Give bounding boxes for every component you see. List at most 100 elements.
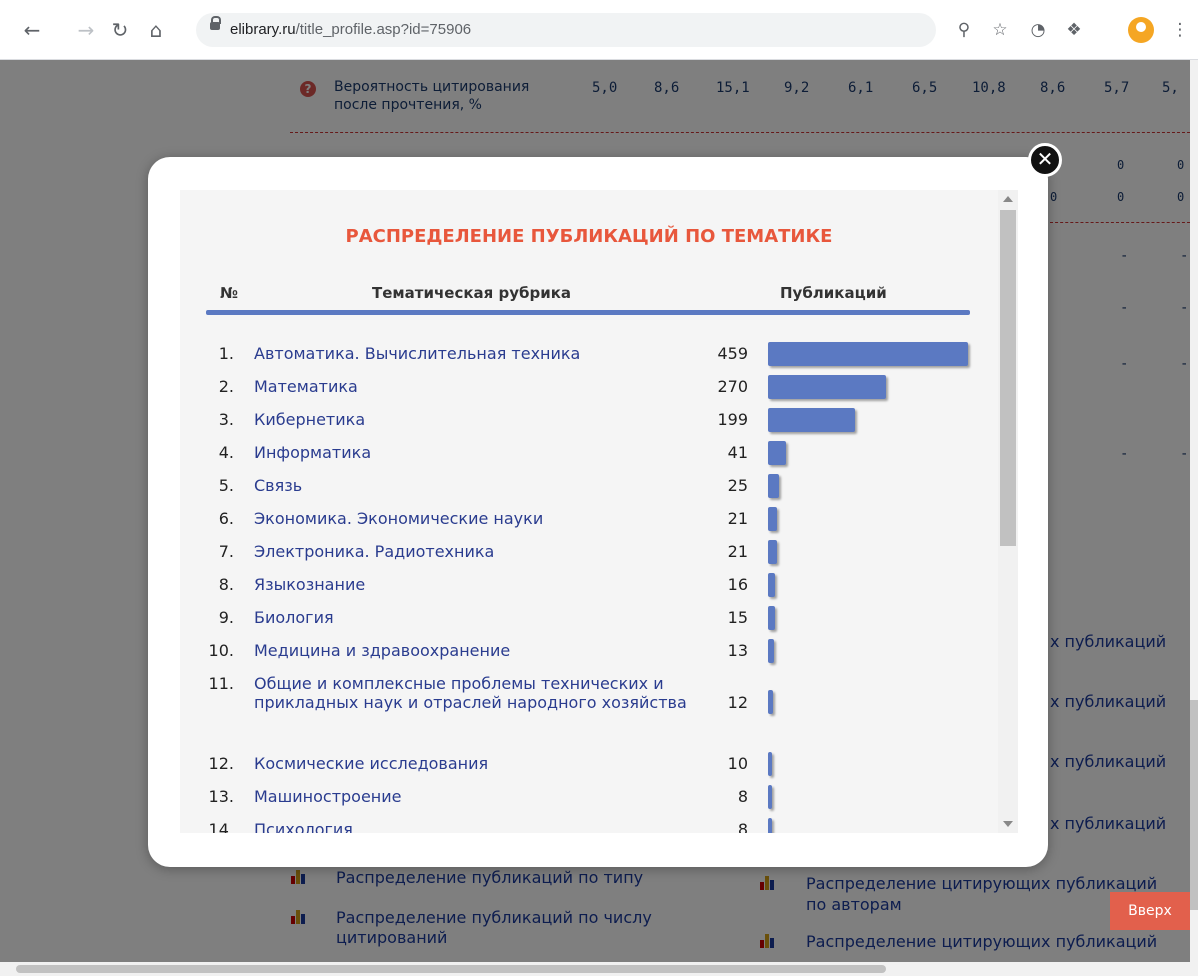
table-row: 6. Экономика. Экономические науки 21 xyxy=(180,505,998,538)
topic-link[interactable]: Космические исследования xyxy=(254,754,714,773)
url-text: elibrary.ru/title_profile.asp?id=75906 xyxy=(230,21,472,38)
topic-link[interactable]: Связь xyxy=(254,476,714,495)
profile-avatar-icon[interactable] xyxy=(1128,17,1154,43)
lock-icon xyxy=(210,16,221,30)
scroll-thumb[interactable] xyxy=(1190,700,1198,910)
publication-count: 13 xyxy=(727,641,748,660)
publication-count: 25 xyxy=(727,476,748,495)
topic-link[interactable]: Информатика xyxy=(254,443,714,462)
table-row: 9. Биология 15 xyxy=(180,604,998,637)
row-number: 10. xyxy=(208,641,234,660)
topic-link[interactable]: Психология xyxy=(254,820,714,833)
table-row: 2. Математика 270 xyxy=(180,373,998,406)
publication-count: 12 xyxy=(727,693,748,712)
count-bar xyxy=(768,474,779,498)
topic-link[interactable]: Электроника. Радиотехника xyxy=(254,542,714,561)
table-row: 12. Космические исследования 10 xyxy=(180,750,998,783)
count-bar xyxy=(768,606,775,630)
count-bar xyxy=(768,818,772,833)
topic-link[interactable]: Общие и комплексные проблемы технических… xyxy=(254,674,694,712)
address-bar[interactable]: elibrary.ru/title_profile.asp?id=75906 xyxy=(196,13,936,47)
table-row: 10. Медицина и здравоохранение 13 xyxy=(180,637,998,670)
browser-toolbar: ← → ↻ ⌂ elibrary.ru/title_profile.asp?id… xyxy=(0,0,1198,60)
table-row: 3. Кибернетика 199 xyxy=(180,406,998,439)
publication-count: 16 xyxy=(727,575,748,594)
publication-count: 41 xyxy=(727,443,748,462)
back-arrow-icon[interactable]: ← xyxy=(20,18,44,42)
publication-count: 270 xyxy=(717,377,748,396)
page-vertical-scrollbar[interactable] xyxy=(1190,60,1198,962)
row-number: 3. xyxy=(218,410,234,429)
extensions-puzzle-icon[interactable]: ❖ xyxy=(1062,18,1086,42)
count-bar xyxy=(768,690,773,714)
extension-circle-icon[interactable]: ◔ xyxy=(1026,18,1050,42)
count-bar xyxy=(768,752,772,776)
count-bar xyxy=(768,785,772,809)
row-number: 7. xyxy=(218,542,234,561)
page-horizontal-scrollbar[interactable] xyxy=(0,962,1198,976)
bookmark-star-icon[interactable]: ☆ xyxy=(988,18,1012,42)
count-bar xyxy=(768,507,777,531)
row-number: 13. xyxy=(208,787,234,806)
home-icon[interactable]: ⌂ xyxy=(144,18,168,42)
topic-link[interactable]: Биология xyxy=(254,608,714,627)
count-bar xyxy=(768,540,777,564)
topic-link[interactable]: Кибернетика xyxy=(254,410,714,429)
reload-icon[interactable]: ↻ xyxy=(108,18,132,42)
table-row: 8. Языкознание 16 xyxy=(180,571,998,604)
table-row: 13. Машиностроение 8 xyxy=(180,783,998,816)
count-bar xyxy=(768,342,968,366)
column-header-number: № xyxy=(220,284,239,302)
table-row: 4. Информатика 41 xyxy=(180,439,998,472)
column-header-topic: Тематическая рубрика xyxy=(372,284,572,302)
count-bar xyxy=(768,375,886,399)
publication-count: 199 xyxy=(717,410,748,429)
count-bar xyxy=(768,441,786,465)
publication-count: 8 xyxy=(737,820,748,833)
zoom-icon[interactable]: ⚲ xyxy=(952,18,976,42)
table-row: 5. Связь 25 xyxy=(180,472,998,505)
header-divider xyxy=(206,310,970,315)
table-row: 11. Общие и комплексные проблемы техничес… xyxy=(180,670,998,750)
modal-title: РАСПРЕДЕЛЕНИЕ ПУБЛИКАЦИЙ ПО ТЕМАТИКЕ xyxy=(345,226,833,247)
publication-count: 21 xyxy=(727,542,748,561)
topic-link[interactable]: Автоматика. Вычислительная техника xyxy=(254,344,714,363)
row-number: 12. xyxy=(208,754,234,773)
count-bar xyxy=(768,573,775,597)
row-number: 5. xyxy=(218,476,234,495)
count-bar xyxy=(768,639,774,663)
scroll-up-button[interactable]: Вверх xyxy=(1110,892,1190,930)
count-bar xyxy=(768,408,855,432)
modal-content-frame: РАСПРЕДЕЛЕНИЕ ПУБЛИКАЦИЙ ПО ТЕМАТИКЕ № Т… xyxy=(180,190,1018,833)
publication-count: 21 xyxy=(727,509,748,528)
row-number: 6. xyxy=(218,509,234,528)
topic-link[interactable]: Машиностроение xyxy=(254,787,714,806)
row-number: 4. xyxy=(218,443,234,462)
row-number: 11. xyxy=(208,674,234,693)
row-number: 8. xyxy=(218,575,234,594)
scroll-down-arrow-icon[interactable] xyxy=(1003,821,1013,827)
column-header-count: Публикаций xyxy=(780,284,887,302)
row-number: 14. xyxy=(208,820,234,833)
publication-count: 459 xyxy=(717,344,748,363)
table-row: 7. Электроника. Радиотехника 21 xyxy=(180,538,998,571)
modal-scrollbar[interactable] xyxy=(998,190,1018,833)
publication-count: 15 xyxy=(727,608,748,627)
menu-dots-icon[interactable]: ⋮ xyxy=(1168,18,1192,42)
topic-link[interactable]: Медицина и здравоохранение xyxy=(254,641,714,660)
scroll-up-arrow-icon[interactable] xyxy=(1003,196,1013,202)
row-number: 9. xyxy=(218,608,234,627)
row-number: 2. xyxy=(218,377,234,396)
close-icon[interactable]: ✕ xyxy=(1028,143,1062,177)
table-row: 14. Психология 8 xyxy=(180,816,998,833)
publication-count: 8 xyxy=(737,787,748,806)
row-number: 1. xyxy=(218,344,234,363)
table-row: 1. Автоматика. Вычислительная техника 459 xyxy=(180,340,998,373)
modal-scroll-thumb[interactable] xyxy=(1000,210,1016,546)
scroll-thumb[interactable] xyxy=(16,965,886,973)
topic-link[interactable]: Экономика. Экономические науки xyxy=(254,509,714,528)
publication-count: 10 xyxy=(727,754,748,773)
topic-link[interactable]: Математика xyxy=(254,377,714,396)
forward-arrow-icon[interactable]: → xyxy=(74,18,98,42)
topic-link[interactable]: Языкознание xyxy=(254,575,714,594)
